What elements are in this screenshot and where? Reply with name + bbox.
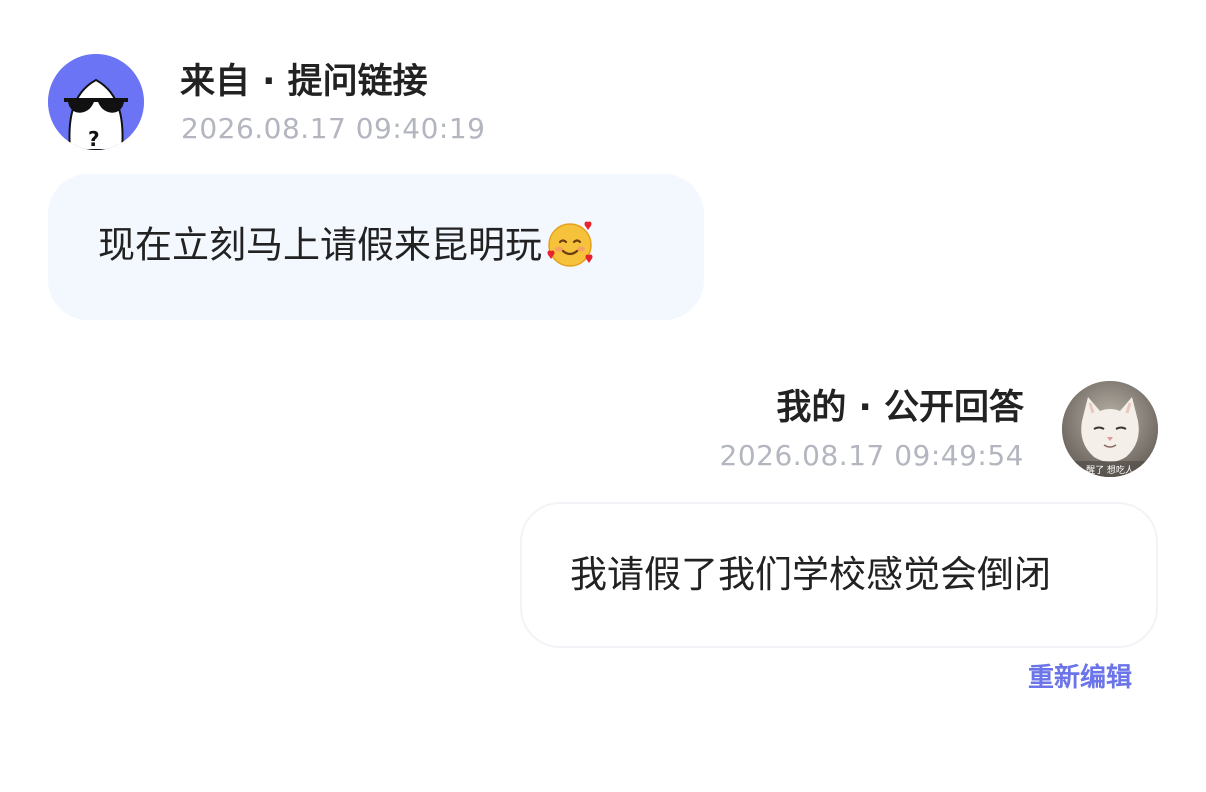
cat-photo-avatar-icon: 醒了 想吃人 <box>1062 381 1158 477</box>
anonymous-sunglasses-icon: ? <box>48 54 144 150</box>
svg-text:?: ? <box>88 127 100 150</box>
question-text: 现在立刻马上请假来昆明玩 <box>98 221 596 273</box>
question-text-content: 现在立刻马上请假来昆明玩 <box>98 223 542 267</box>
answer-text: 我请假了我们学校感觉会倒闭 <box>570 553 1051 596</box>
answer-timestamp: 2026.08.17 09:49:54 <box>719 439 1024 472</box>
question-bubble: 现在立刻马上请假来昆明玩 <box>48 174 704 320</box>
smiling-face-with-hearts-icon <box>547 221 593 267</box>
question-timestamp: 2026.08.17 09:40:19 <box>181 112 486 145</box>
question-source-title: 来自 · 提问链接 <box>180 62 428 102</box>
my-avatar[interactable]: 醒了 想吃人 <box>1062 381 1158 477</box>
answer-bubble: 我请假了我们学校感觉会倒闭 <box>520 502 1158 648</box>
asker-avatar[interactable]: ? <box>48 54 144 150</box>
qa-thread: ? 来自 · 提问链接 2026.08.17 09:40:19 现在立刻马上请假… <box>0 0 1206 792</box>
answer-title: 我的 · 公开回答 <box>776 388 1024 428</box>
re-edit-button[interactable]: 重新编辑 <box>1028 662 1132 694</box>
avatar-caption: 醒了 想吃人 <box>1086 464 1134 476</box>
